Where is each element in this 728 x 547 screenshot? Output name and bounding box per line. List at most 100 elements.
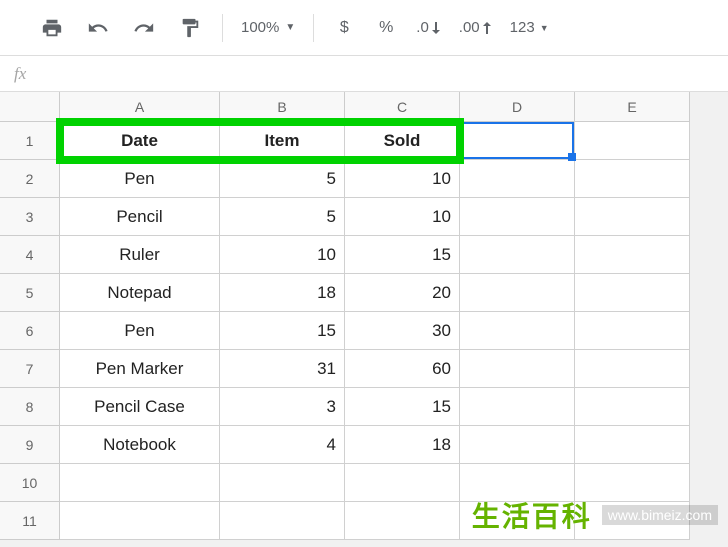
formula-bar[interactable]: fx <box>0 56 728 92</box>
table-row: 5Notepad1820 <box>0 274 728 312</box>
cell-A5[interactable]: Notepad <box>60 274 220 312</box>
cell-B8[interactable]: 3 <box>220 388 345 426</box>
toolbar-group-zoom: 100% ▼ <box>223 19 313 36</box>
cell-B6[interactable]: 15 <box>220 312 345 350</box>
select-all-corner[interactable] <box>0 92 60 122</box>
cell-C3[interactable]: 10 <box>345 198 460 236</box>
cell-D3[interactable] <box>460 198 575 236</box>
percent-button[interactable]: % <box>374 19 398 37</box>
row-header-11[interactable]: 11 <box>0 502 60 540</box>
cell-C8[interactable]: 15 <box>345 388 460 426</box>
toolbar-group-number: $ % .0 .00 123 ▼ <box>314 19 566 37</box>
toolbar: 100% ▼ $ % .0 .00 123 ▼ <box>0 0 728 56</box>
cell-D6[interactable] <box>460 312 575 350</box>
cell-C10[interactable] <box>345 464 460 502</box>
cell-B5[interactable]: 18 <box>220 274 345 312</box>
number-format-dropdown[interactable]: 123 ▼ <box>510 19 549 36</box>
table-row: 8Pencil Case315 <box>0 388 728 426</box>
cell-D5[interactable] <box>460 274 575 312</box>
column-header-D[interactable]: D <box>460 92 575 122</box>
redo-icon[interactable] <box>130 14 158 42</box>
cell-D4[interactable] <box>460 236 575 274</box>
cell-E3[interactable] <box>575 198 690 236</box>
cell-E9[interactable] <box>575 426 690 464</box>
cell-B11[interactable] <box>220 502 345 540</box>
cell-D8[interactable] <box>460 388 575 426</box>
row-header-10[interactable]: 10 <box>0 464 60 502</box>
cell-E6[interactable] <box>575 312 690 350</box>
undo-icon[interactable] <box>84 14 112 42</box>
paint-format-icon[interactable] <box>176 14 204 42</box>
watermark-text: 生活百科 <box>472 495 592 535</box>
rows-container: 1DateItemSold2Pen5103Pencil5104Ruler1015… <box>0 122 728 540</box>
spreadsheet-grid: ABCDE 1DateItemSold2Pen5103Pencil5104Rul… <box>0 92 728 540</box>
row-header-9[interactable]: 9 <box>0 426 60 464</box>
cell-C2[interactable]: 10 <box>345 160 460 198</box>
increase-decimal-button[interactable]: .00 <box>459 19 492 36</box>
cell-B9[interactable]: 4 <box>220 426 345 464</box>
table-row: 3Pencil510 <box>0 198 728 236</box>
cell-A6[interactable]: Pen <box>60 312 220 350</box>
column-header-E[interactable]: E <box>575 92 690 122</box>
decrease-decimal-button[interactable]: .0 <box>416 19 441 36</box>
column-header-A[interactable]: A <box>60 92 220 122</box>
currency-button[interactable]: $ <box>332 19 356 37</box>
cell-A10[interactable] <box>60 464 220 502</box>
table-row: 1DateItemSold <box>0 122 728 160</box>
cell-A3[interactable]: Pencil <box>60 198 220 236</box>
cell-B3[interactable]: 5 <box>220 198 345 236</box>
fx-label: fx <box>14 64 26 84</box>
table-row: 6Pen1530 <box>0 312 728 350</box>
watermark-url: www.bimeiz.com <box>602 505 718 525</box>
cell-B2[interactable]: 5 <box>220 160 345 198</box>
row-header-2[interactable]: 2 <box>0 160 60 198</box>
row-header-8[interactable]: 8 <box>0 388 60 426</box>
cell-D1[interactable] <box>460 122 575 160</box>
cell-C9[interactable]: 18 <box>345 426 460 464</box>
cell-E8[interactable] <box>575 388 690 426</box>
cell-A7[interactable]: Pen Marker <box>60 350 220 388</box>
cell-B4[interactable]: 10 <box>220 236 345 274</box>
cell-E7[interactable] <box>575 350 690 388</box>
cell-D2[interactable] <box>460 160 575 198</box>
cell-C7[interactable]: 60 <box>345 350 460 388</box>
cell-A9[interactable]: Notebook <box>60 426 220 464</box>
row-header-3[interactable]: 3 <box>0 198 60 236</box>
column-header-C[interactable]: C <box>345 92 460 122</box>
cell-E2[interactable] <box>575 160 690 198</box>
chevron-down-icon: ▼ <box>540 23 549 33</box>
row-header-4[interactable]: 4 <box>0 236 60 274</box>
table-row: 4Ruler1015 <box>0 236 728 274</box>
row-header-7[interactable]: 7 <box>0 350 60 388</box>
cell-D9[interactable] <box>460 426 575 464</box>
cell-B7[interactable]: 31 <box>220 350 345 388</box>
cell-A2[interactable]: Pen <box>60 160 220 198</box>
cell-C11[interactable] <box>345 502 460 540</box>
cell-E4[interactable] <box>575 236 690 274</box>
cell-B10[interactable] <box>220 464 345 502</box>
cell-C1[interactable]: Sold <box>345 122 460 160</box>
toolbar-group-left <box>20 14 222 42</box>
cell-A11[interactable] <box>60 502 220 540</box>
cell-D7[interactable] <box>460 350 575 388</box>
cell-A8[interactable]: Pencil Case <box>60 388 220 426</box>
print-icon[interactable] <box>38 14 66 42</box>
cell-A4[interactable]: Ruler <box>60 236 220 274</box>
cell-C4[interactable]: 15 <box>345 236 460 274</box>
table-row: 2Pen510 <box>0 160 728 198</box>
cell-C6[interactable]: 30 <box>345 312 460 350</box>
row-header-5[interactable]: 5 <box>0 274 60 312</box>
zoom-dropdown[interactable]: 100% ▼ <box>241 19 295 36</box>
cell-B1[interactable]: Item <box>220 122 345 160</box>
cell-E1[interactable] <box>575 122 690 160</box>
chevron-down-icon: ▼ <box>285 22 295 33</box>
cell-C5[interactable]: 20 <box>345 274 460 312</box>
cell-E5[interactable] <box>575 274 690 312</box>
column-header-B[interactable]: B <box>220 92 345 122</box>
row-header-1[interactable]: 1 <box>0 122 60 160</box>
row-header-6[interactable]: 6 <box>0 312 60 350</box>
cell-A1[interactable]: Date <box>60 122 220 160</box>
table-row: 7Pen Marker3160 <box>0 350 728 388</box>
table-row: 9Notebook418 <box>0 426 728 464</box>
zoom-value: 100% <box>241 19 279 36</box>
